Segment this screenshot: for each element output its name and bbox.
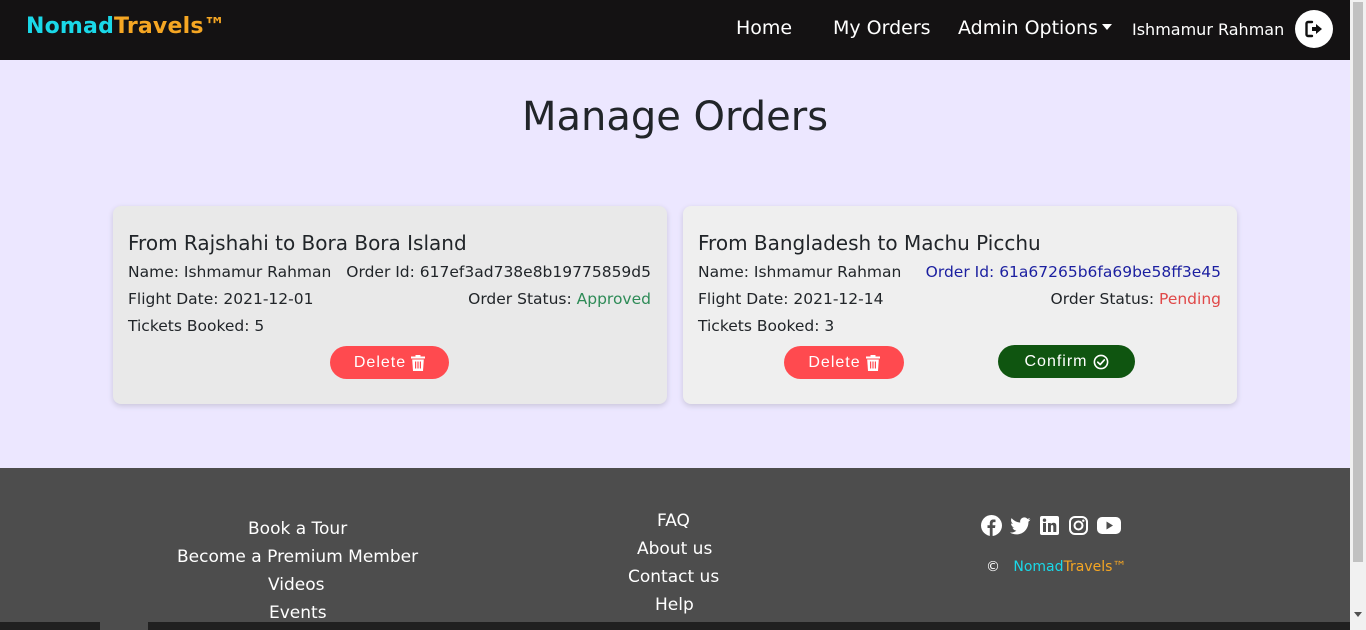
order-card: From Bangladesh to Machu Picchu Name: Is… bbox=[683, 206, 1237, 404]
order-status: Order Status: Approved bbox=[468, 290, 651, 308]
delete-label: Delete bbox=[808, 353, 861, 371]
trash-icon bbox=[865, 354, 880, 371]
page-title: Manage Orders bbox=[521, 94, 829, 140]
page-scrollbar[interactable] bbox=[1350, 0, 1366, 630]
order-status-label: Order Status: bbox=[468, 290, 577, 308]
confirm-label: Confirm bbox=[1024, 352, 1088, 370]
order-info-row: Name: Ishmamur Rahman Order Id: 617ef3ad… bbox=[128, 263, 651, 281]
order-tickets-booked: Tickets Booked: 5 bbox=[128, 317, 265, 335]
order-flight-date: Flight Date: 2021-12-01 bbox=[128, 290, 314, 308]
scrollbar-thumb[interactable] bbox=[1353, 2, 1363, 562]
footer-link-faq[interactable]: FAQ bbox=[657, 511, 690, 531]
trash-icon bbox=[411, 354, 426, 371]
order-id: Order Id: 61a67265b6fa69be58ff3e45 bbox=[925, 263, 1221, 281]
delete-order-button[interactable]: Delete bbox=[784, 346, 904, 379]
order-card: From Rajshahi to Bora Bora Island Name: … bbox=[113, 206, 667, 404]
order-title: From Bangladesh to Machu Picchu bbox=[698, 231, 1041, 255]
copyright-brand-part-2: Travels™ bbox=[1063, 559, 1127, 575]
order-status-value: Approved bbox=[576, 290, 651, 308]
top-navbar: NomadTravels™ Home My Orders Admin Optio… bbox=[0, 0, 1350, 60]
footer-copyright: © NomadTravels™ bbox=[986, 559, 1126, 575]
copyright-symbol: © bbox=[986, 559, 1000, 575]
instagram-icon[interactable] bbox=[1068, 515, 1089, 536]
order-tickets-booked: Tickets Booked: 3 bbox=[698, 317, 835, 335]
taskbar-gap bbox=[100, 622, 148, 630]
user-name: Ishmamur Rahman bbox=[1132, 20, 1285, 39]
order-info-row: Tickets Booked: 5 bbox=[128, 317, 651, 335]
footer-link-events[interactable]: Events bbox=[269, 603, 327, 623]
order-status-value: Pending bbox=[1159, 290, 1221, 308]
check-circle-icon bbox=[1093, 354, 1109, 370]
footer-link-contact[interactable]: Contact us bbox=[628, 567, 719, 587]
brand-logo[interactable]: NomadTravels™ bbox=[26, 14, 226, 39]
order-flight-date: Flight Date: 2021-12-14 bbox=[698, 290, 884, 308]
order-title: From Rajshahi to Bora Bora Island bbox=[128, 231, 467, 255]
delete-label: Delete bbox=[353, 353, 407, 371]
youtube-icon[interactable] bbox=[1097, 515, 1121, 536]
scroll-down-arrow-icon[interactable] bbox=[1354, 612, 1362, 617]
footer-link-about[interactable]: About us bbox=[637, 539, 712, 559]
twitter-icon[interactable] bbox=[1010, 515, 1031, 536]
footer-link-premium-member[interactable]: Become a Premium Member bbox=[177, 547, 418, 567]
delete-order-button[interactable]: Delete bbox=[330, 346, 449, 379]
order-status-label: Order Status: bbox=[1050, 290, 1160, 308]
copyright-brand-part-1: Nomad bbox=[1013, 559, 1064, 575]
chevron-down-icon bbox=[1101, 23, 1112, 30]
admin-options-label: Admin Options bbox=[958, 17, 1098, 39]
footer-link-book-tour[interactable]: Book a Tour bbox=[248, 519, 347, 539]
social-links bbox=[981, 515, 1121, 536]
logout-button[interactable] bbox=[1295, 10, 1333, 48]
order-id: Order Id: 617ef3ad738e8b19775859d5 bbox=[346, 263, 651, 281]
footer-link-help[interactable]: Help bbox=[655, 595, 694, 615]
facebook-icon[interactable] bbox=[981, 515, 1002, 536]
bottom-taskbar-strip bbox=[0, 622, 1350, 630]
sign-out-icon bbox=[1305, 20, 1322, 38]
brand-part-2: Travels™ bbox=[114, 14, 226, 39]
nav-my-orders-link[interactable]: My Orders bbox=[833, 17, 931, 39]
order-info-row: Flight Date: 2021-12-01 Order Status: Ap… bbox=[128, 290, 651, 308]
order-customer-name: Name: Ishmamur Rahman bbox=[128, 263, 332, 281]
confirm-order-button[interactable]: Confirm bbox=[998, 345, 1135, 378]
order-info-row: Tickets Booked: 3 bbox=[698, 317, 1221, 335]
brand-part-1: Nomad bbox=[26, 14, 115, 39]
nav-admin-options-dropdown[interactable]: Admin Options bbox=[958, 17, 1112, 39]
order-status: Order Status: Pending bbox=[1051, 290, 1221, 308]
linkedin-icon[interactable] bbox=[1039, 515, 1060, 536]
footer-link-videos[interactable]: Videos bbox=[268, 575, 325, 595]
order-info-row: Flight Date: 2021-12-14 Order Status: Pe… bbox=[698, 290, 1221, 308]
order-info-row: Name: Ishmamur Rahman Order Id: 61a67265… bbox=[698, 263, 1221, 281]
nav-home-link[interactable]: Home bbox=[736, 17, 792, 39]
order-customer-name: Name: Ishmamur Rahman bbox=[698, 263, 902, 281]
